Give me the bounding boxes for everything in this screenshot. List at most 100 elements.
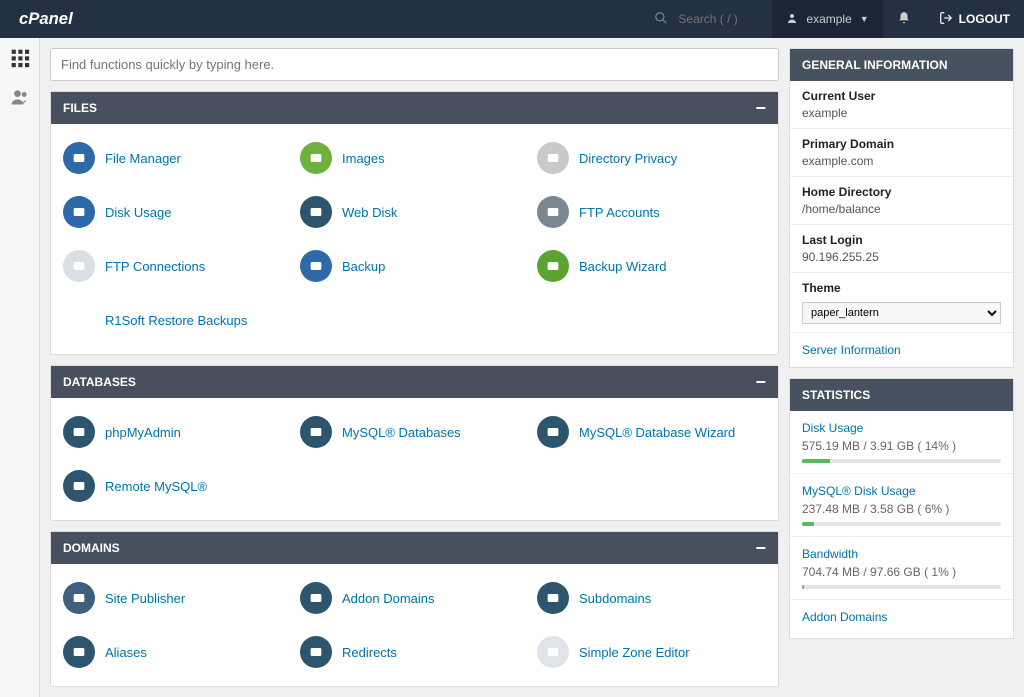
primary-domain-value: example.com xyxy=(802,154,1001,168)
app-icon xyxy=(300,416,332,448)
app-icon xyxy=(300,142,332,174)
app-item[interactable]: MySQL® Databases xyxy=(296,410,533,454)
disk-usage-bar xyxy=(802,459,1001,463)
app-item[interactable]: Remote MySQL® xyxy=(59,464,296,508)
databases-panel-header[interactable]: DATABASES − xyxy=(51,366,778,398)
app-item[interactable]: Web Disk xyxy=(296,190,533,234)
users-icon[interactable] xyxy=(10,87,30,112)
home-dir-label: Home Directory xyxy=(802,185,1001,199)
collapse-icon[interactable]: − xyxy=(755,377,766,387)
bandwidth-label[interactable]: Bandwidth xyxy=(802,547,1001,561)
app-icon xyxy=(537,636,569,668)
app-item[interactable]: R1Soft Restore Backups xyxy=(59,298,296,342)
app-item[interactable]: Images xyxy=(296,136,533,180)
panel-title: DOMAINS xyxy=(63,541,120,555)
right-sidebar: GENERAL INFORMATION Current User example… xyxy=(789,48,1014,687)
app-label: Site Publisher xyxy=(105,591,185,606)
home-grid-icon[interactable] xyxy=(10,48,30,73)
files-panel: FILES − File Manager Images Directory Priv… xyxy=(50,91,779,355)
mysql-usage-label[interactable]: MySQL® Disk Usage xyxy=(802,484,1001,498)
top-header: cPanel example ▼ LOGOUT xyxy=(0,0,1024,38)
app-item[interactable]: phpMyAdmin xyxy=(59,410,296,454)
chevron-down-icon: ▼ xyxy=(860,14,869,24)
app-icon xyxy=(300,636,332,668)
collapse-icon[interactable]: − xyxy=(755,103,766,113)
app-icon xyxy=(537,250,569,282)
app-label: Remote MySQL® xyxy=(105,479,207,494)
domains-panel: DOMAINS − Site PublisherAddon DomainsSub… xyxy=(50,531,779,687)
app-label: FTP Connections xyxy=(105,259,205,274)
app-icon xyxy=(63,142,95,174)
general-info-header: GENERAL INFORMATION xyxy=(790,49,1013,81)
primary-domain-label: Primary Domain xyxy=(802,137,1001,151)
cpanel-logo[interactable]: cPanel xyxy=(0,0,138,38)
server-info-link[interactable]: Server Information xyxy=(790,333,1013,367)
collapse-icon[interactable]: − xyxy=(755,543,766,553)
app-item[interactable]: Backup Wizard xyxy=(533,244,770,288)
addon-domains-label[interactable]: Addon Domains xyxy=(802,610,1001,624)
statistics-header: STATISTICS xyxy=(790,379,1013,411)
header-search[interactable] xyxy=(640,0,772,38)
app-item[interactable]: FTP Connections xyxy=(59,244,296,288)
app-icon xyxy=(63,636,95,668)
app-icon xyxy=(537,142,569,174)
app-item[interactable]: FTP Accounts xyxy=(533,190,770,234)
bandwidth-bar xyxy=(802,585,1001,589)
app-item[interactable]: MySQL® Database Wizard xyxy=(533,410,770,454)
header-search-input[interactable] xyxy=(678,12,758,26)
search-icon xyxy=(654,11,668,28)
app-label: Backup Wizard xyxy=(579,259,666,274)
current-user-label: Current User xyxy=(802,89,1001,103)
app-label: Redirects xyxy=(342,645,397,660)
main-content: FILES − File Manager Images Directory Priv… xyxy=(50,48,779,687)
general-info-panel: GENERAL INFORMATION Current User example… xyxy=(789,48,1014,368)
bandwidth-value: 704.74 MB / 97.66 GB ( 1% ) xyxy=(802,565,1001,579)
disk-usage-label[interactable]: Disk Usage xyxy=(802,421,1001,435)
home-dir-value: /home/balance xyxy=(802,202,1001,216)
app-item[interactable]: Disk Usage xyxy=(59,190,296,234)
app-icon xyxy=(537,416,569,448)
app-label: File Manager xyxy=(105,151,181,166)
app-item[interactable]: File Manager xyxy=(59,136,296,180)
panel-title: DATABASES xyxy=(63,375,136,389)
app-icon xyxy=(300,196,332,228)
files-panel-header[interactable]: FILES − xyxy=(51,92,778,124)
app-icon xyxy=(63,470,95,502)
app-icon xyxy=(63,250,95,282)
app-label: MySQL® Database Wizard xyxy=(579,425,735,440)
databases-panel: DATABASES − phpMyAdmin MySQL® Databases My… xyxy=(50,365,779,521)
app-icon xyxy=(300,250,332,282)
theme-label: Theme xyxy=(802,281,1001,295)
app-label: R1Soft Restore Backups xyxy=(105,313,247,328)
app-label: Images xyxy=(342,151,385,166)
last-login-label: Last Login xyxy=(802,233,1001,247)
app-icon xyxy=(537,196,569,228)
logout-button[interactable]: LOGOUT xyxy=(925,0,1024,38)
app-label: Subdomains xyxy=(579,591,651,606)
app-icon xyxy=(63,196,95,228)
app-icon xyxy=(537,582,569,614)
app-icon xyxy=(63,416,95,448)
app-item[interactable]: Simple Zone Editor xyxy=(533,630,770,674)
logout-label: LOGOUT xyxy=(959,12,1010,26)
user-menu[interactable]: example ▼ xyxy=(772,0,882,38)
notifications[interactable] xyxy=(883,0,925,38)
function-search-input[interactable] xyxy=(61,57,768,72)
app-label: Aliases xyxy=(105,645,147,660)
statistics-panel: STATISTICS Disk Usage 575.19 MB / 3.91 G… xyxy=(789,378,1014,639)
app-item[interactable]: Backup xyxy=(296,244,533,288)
app-item[interactable]: Aliases xyxy=(59,630,296,674)
app-label: MySQL® Databases xyxy=(342,425,461,440)
domains-panel-header[interactable]: DOMAINS − xyxy=(51,532,778,564)
mysql-usage-bar xyxy=(802,522,1001,526)
app-label: FTP Accounts xyxy=(579,205,660,220)
panel-title: FILES xyxy=(63,101,97,115)
function-search-bar[interactable] xyxy=(50,48,779,81)
app-item[interactable]: Directory Privacy xyxy=(533,136,770,180)
theme-select[interactable]: paper_lantern xyxy=(802,302,1001,324)
app-item[interactable]: Redirects xyxy=(296,630,533,674)
app-label: Simple Zone Editor xyxy=(579,645,690,660)
left-rail xyxy=(0,38,40,697)
app-label: Backup xyxy=(342,259,385,274)
user-icon xyxy=(786,12,798,27)
